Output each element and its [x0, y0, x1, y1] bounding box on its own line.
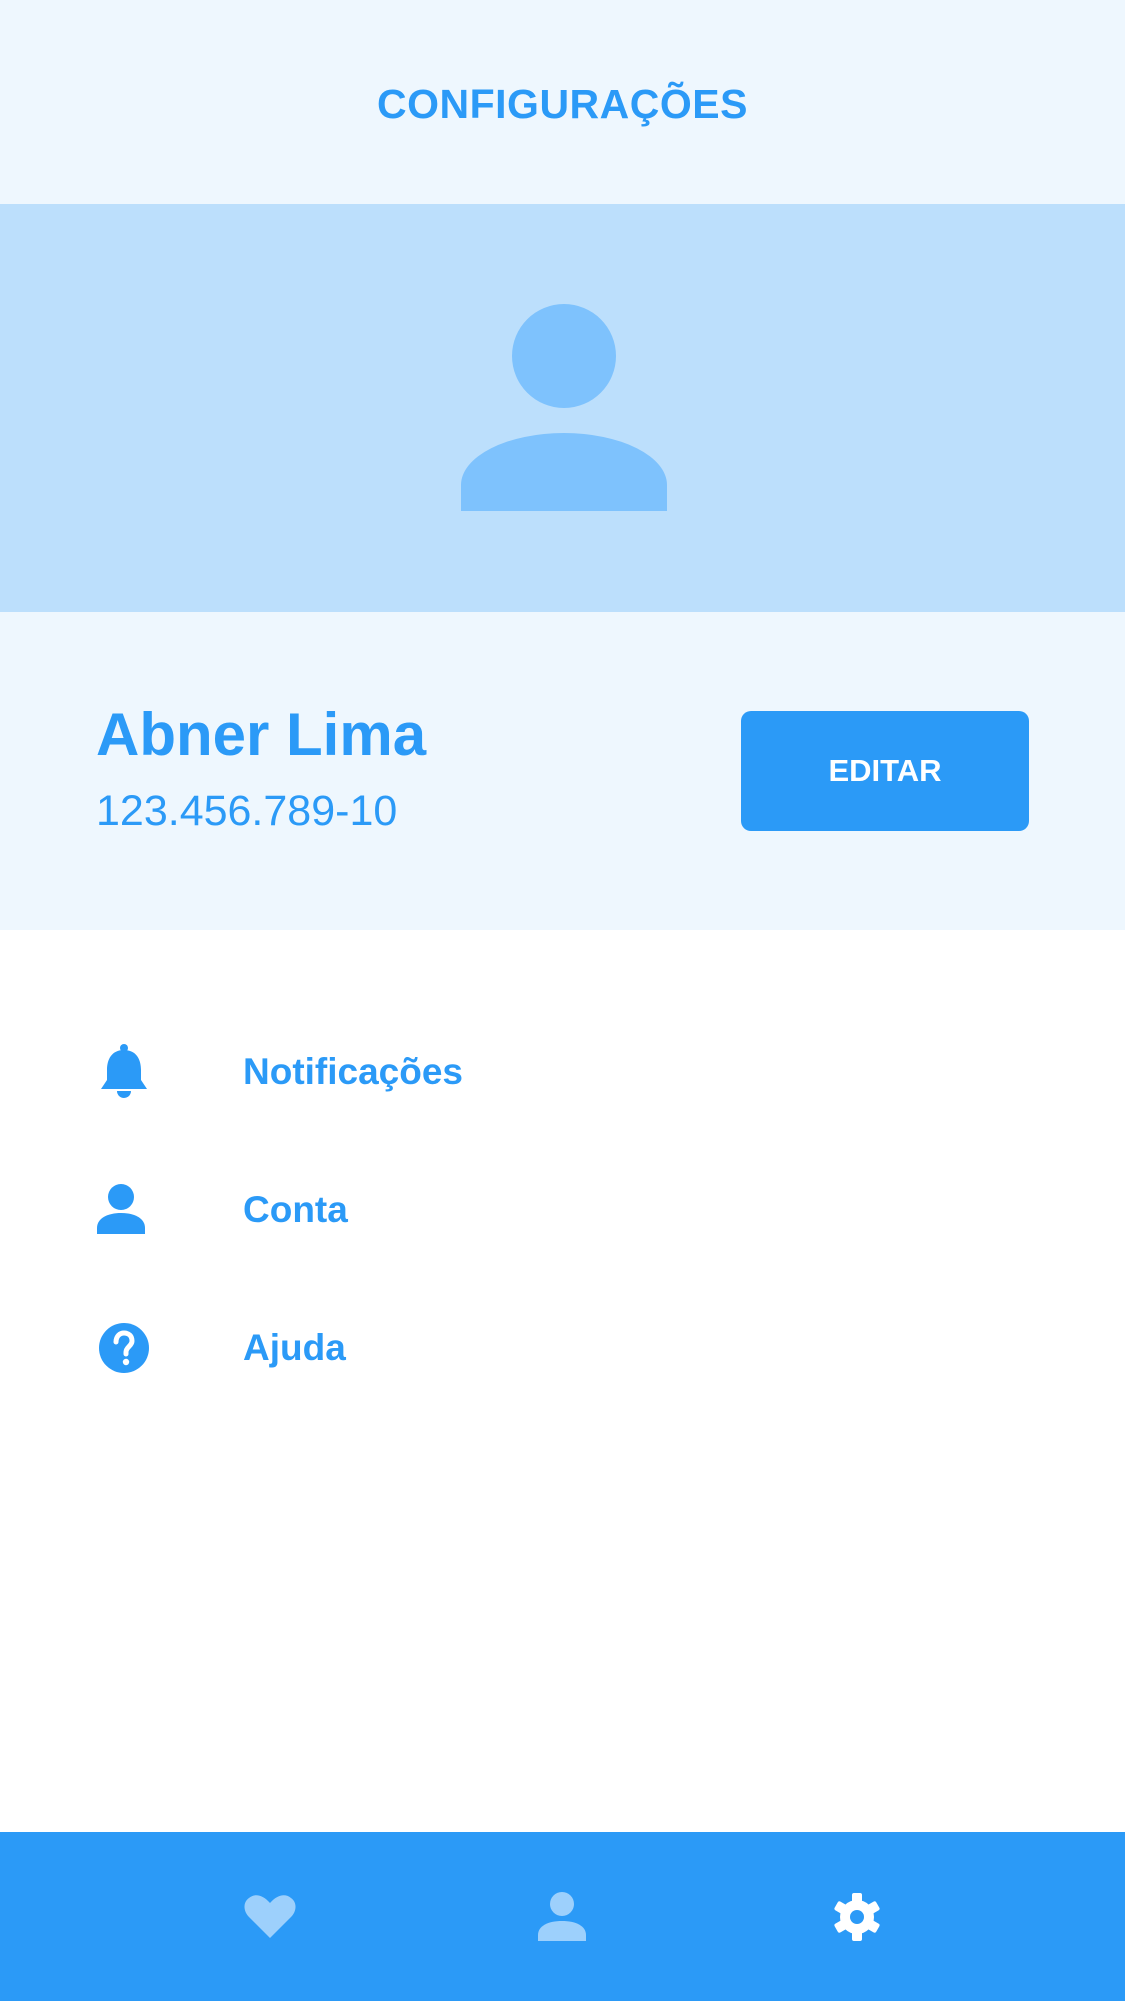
- menu-label: Notificações: [243, 1051, 464, 1092]
- heart-icon: [244, 1894, 296, 1938]
- bottom-nav: [0, 1832, 1125, 2001]
- nav-item-favorites[interactable]: [210, 1832, 330, 2001]
- page-title: CONFIGURAÇÕES: [377, 80, 748, 127]
- menu-label: Ajuda: [243, 1327, 346, 1368]
- avatar-head: [512, 304, 616, 408]
- menu-label: Conta: [243, 1189, 348, 1230]
- user-icon: [538, 1891, 586, 1941]
- gear-icon: [834, 1892, 880, 1941]
- user-document: 123.456.789-10: [96, 787, 398, 835]
- menu-item-notificacoes[interactable]: Notificações: [0, 1012, 1125, 1132]
- user-icon: [97, 1184, 145, 1234]
- menu-item-ajuda[interactable]: Ajuda: [0, 1288, 1125, 1408]
- menu-item-conta[interactable]: Conta: [0, 1150, 1125, 1270]
- nav-item-settings[interactable]: [797, 1832, 917, 2001]
- edit-button[interactable]: EDITAR: [741, 711, 1029, 831]
- user-name: Abner Lima: [96, 701, 427, 768]
- header: CONFIGURAÇÕES: [0, 0, 1125, 204]
- nav-item-profile[interactable]: [502, 1832, 622, 2001]
- avatar-banner: [0, 204, 1125, 612]
- help-icon: [99, 1323, 149, 1373]
- bell-icon: [101, 1044, 147, 1098]
